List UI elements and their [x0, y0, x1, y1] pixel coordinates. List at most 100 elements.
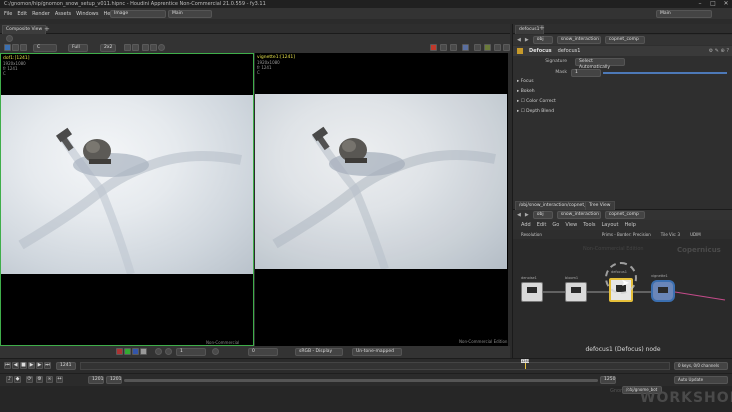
right-shelf-dropdown[interactable]: Main: [656, 10, 712, 18]
minimize-icon[interactable]: –: [694, 0, 706, 8]
gamma-field[interactable]: 0: [248, 348, 278, 356]
jump-end-icon[interactable]: ⏭: [44, 362, 51, 369]
path-net[interactable]: snow_interaction: [556, 36, 601, 44]
keys-icon[interactable]: ◆: [14, 376, 21, 383]
home-icon[interactable]: [142, 44, 149, 51]
plane-dropdown[interactable]: C: [33, 44, 57, 52]
net-menu-help[interactable]: Help: [625, 222, 636, 228]
select-mode-icon[interactable]: [4, 44, 11, 51]
fit-icon[interactable]: [124, 44, 131, 51]
udim-toggle[interactable]: UDIM: [690, 232, 701, 237]
settings-icon[interactable]: ⚙: [36, 376, 43, 383]
menu-file[interactable]: File: [4, 11, 12, 17]
menu-assets[interactable]: Assets: [55, 11, 71, 17]
exposure-icon[interactable]: [155, 348, 162, 355]
net-menu-view[interactable]: View: [565, 222, 577, 228]
shelf-set-dropdown[interactable]: Main: [168, 10, 212, 18]
net-back-icon[interactable]: ◀: [517, 212, 521, 218]
net-path-node[interactable]: copnet_comp: [604, 211, 645, 219]
tab-tree-view[interactable]: Tree View: [585, 201, 615, 210]
alpha-channel-icon[interactable]: [140, 348, 147, 355]
mask-slider[interactable]: [603, 72, 727, 74]
timeline-track[interactable]: 1241: [80, 359, 670, 370]
range-icon[interactable]: ↔: [56, 376, 63, 383]
gamma-icon[interactable]: [165, 348, 172, 355]
tab-composite-view[interactable]: Composite View: [2, 25, 47, 34]
network-node[interactable]: [651, 280, 675, 302]
colorspace-dropdown[interactable]: sRGB - Display: [295, 348, 343, 356]
add-tab-icon[interactable]: +: [44, 25, 50, 33]
maximize-icon[interactable]: □: [707, 0, 719, 8]
back-arrow-icon[interactable]: ◀: [517, 37, 521, 43]
viewport-right[interactable]: vignette1:[1241] 1920x1080 fr 1241 C Non…: [255, 53, 508, 346]
menu-windows[interactable]: Windows: [76, 11, 98, 17]
loop-icon[interactable]: ∞: [46, 376, 53, 383]
network-node[interactable]: [565, 282, 587, 302]
net-forward-icon[interactable]: ▶: [525, 212, 529, 218]
viewport-left[interactable]: dof1:[1241] 1920x1080 fr 1241 C Non-Comm…: [0, 53, 254, 350]
section-bokeh[interactable]: ▸ Bokeh: [517, 89, 535, 94]
range-slider[interactable]: [124, 379, 598, 382]
pane-max-icon[interactable]: [503, 44, 510, 51]
menu-render[interactable]: Render: [32, 11, 50, 17]
viewport-left-info: dof1:[1241] 1920x1080 fr 1241 C: [3, 56, 30, 76]
auto-update-dropdown[interactable]: Auto Update: [674, 376, 728, 384]
menu-edit[interactable]: Edit: [17, 11, 27, 17]
desktop-dropdown[interactable]: Image: [110, 10, 166, 18]
section-color-correct[interactable]: ▸ ☐ Color Correct: [517, 99, 556, 104]
audio-icon[interactable]: ♪: [6, 376, 13, 383]
jump-start-icon[interactable]: ⏮: [4, 362, 11, 369]
forward-arrow-icon[interactable]: ▶: [525, 37, 529, 43]
zoom-icon[interactable]: [132, 44, 139, 51]
close-icon[interactable]: ✕: [720, 0, 732, 8]
param-add-tab-icon[interactable]: +: [539, 24, 545, 32]
range-start-2[interactable]: 1201: [106, 376, 122, 384]
section-depth-blend[interactable]: ▸ ☐ Depth Blend: [517, 109, 554, 114]
signature-dropdown[interactable]: Select Automatically: [575, 58, 625, 70]
resolution-toggle[interactable]: Resolution: [521, 232, 542, 237]
range-end[interactable]: 1250: [600, 376, 616, 384]
net-path-net[interactable]: snow_interaction: [556, 211, 601, 219]
exposure-field[interactable]: 1: [176, 348, 206, 356]
layout-dropdown[interactable]: 2x2: [100, 44, 116, 52]
snapshot-icon[interactable]: [12, 44, 19, 51]
grid-icon[interactable]: [150, 44, 157, 51]
step-forward-icon[interactable]: ▶: [36, 362, 43, 369]
step-back-icon[interactable]: ◀: [12, 362, 19, 369]
net-menu-go[interactable]: Go: [552, 222, 559, 228]
view-tool-icon[interactable]: [6, 35, 13, 42]
path-node[interactable]: copnet_comp: [604, 36, 645, 44]
net-menu-layout[interactable]: Layout: [602, 222, 619, 228]
tonemap-dropdown[interactable]: Un-tone-mapped: [352, 348, 402, 356]
prims-toggle[interactable]: Prims - Border: Precision: [602, 232, 651, 237]
render-stop-icon[interactable]: [430, 44, 437, 51]
net-path-obj[interactable]: obj: [532, 211, 553, 219]
compare-icon[interactable]: [20, 44, 27, 51]
range-start[interactable]: 1201: [88, 376, 104, 384]
red-channel-icon[interactable]: [116, 348, 123, 355]
network-node[interactable]: [521, 282, 543, 302]
blue-channel-icon[interactable]: [132, 348, 139, 355]
net-menu-edit[interactable]: Edit: [537, 222, 547, 228]
param-tools-icons[interactable]: ⚙ ✎ ⊕ ?: [709, 48, 732, 54]
current-frame-field[interactable]: 1241: [56, 362, 76, 370]
lut-icon[interactable]: [462, 44, 469, 51]
guide-icon[interactable]: [484, 44, 491, 51]
tile-vis-toggle[interactable]: Tile Vis: 3: [661, 232, 680, 237]
display-icon[interactable]: [450, 44, 457, 51]
pane-layout-icon[interactable]: [494, 44, 501, 51]
flag-icon[interactable]: [440, 44, 447, 51]
section-focus[interactable]: ▸ Focus: [517, 79, 534, 84]
green-channel-icon[interactable]: [124, 348, 131, 355]
realtime-icon[interactable]: ⟳: [26, 376, 33, 383]
resolution-dropdown[interactable]: Full: [68, 44, 88, 52]
net-menu-add[interactable]: Add: [521, 222, 531, 228]
play-icon[interactable]: ▶: [28, 362, 35, 369]
contrast-icon[interactable]: [212, 348, 219, 355]
path-obj[interactable]: obj: [532, 36, 553, 44]
info-icon[interactable]: [158, 44, 165, 51]
stop-icon[interactable]: ■: [20, 362, 27, 369]
mask-field[interactable]: 1: [571, 69, 601, 77]
overlay-icon[interactable]: [474, 44, 481, 51]
net-menu-tools[interactable]: Tools: [583, 222, 595, 228]
